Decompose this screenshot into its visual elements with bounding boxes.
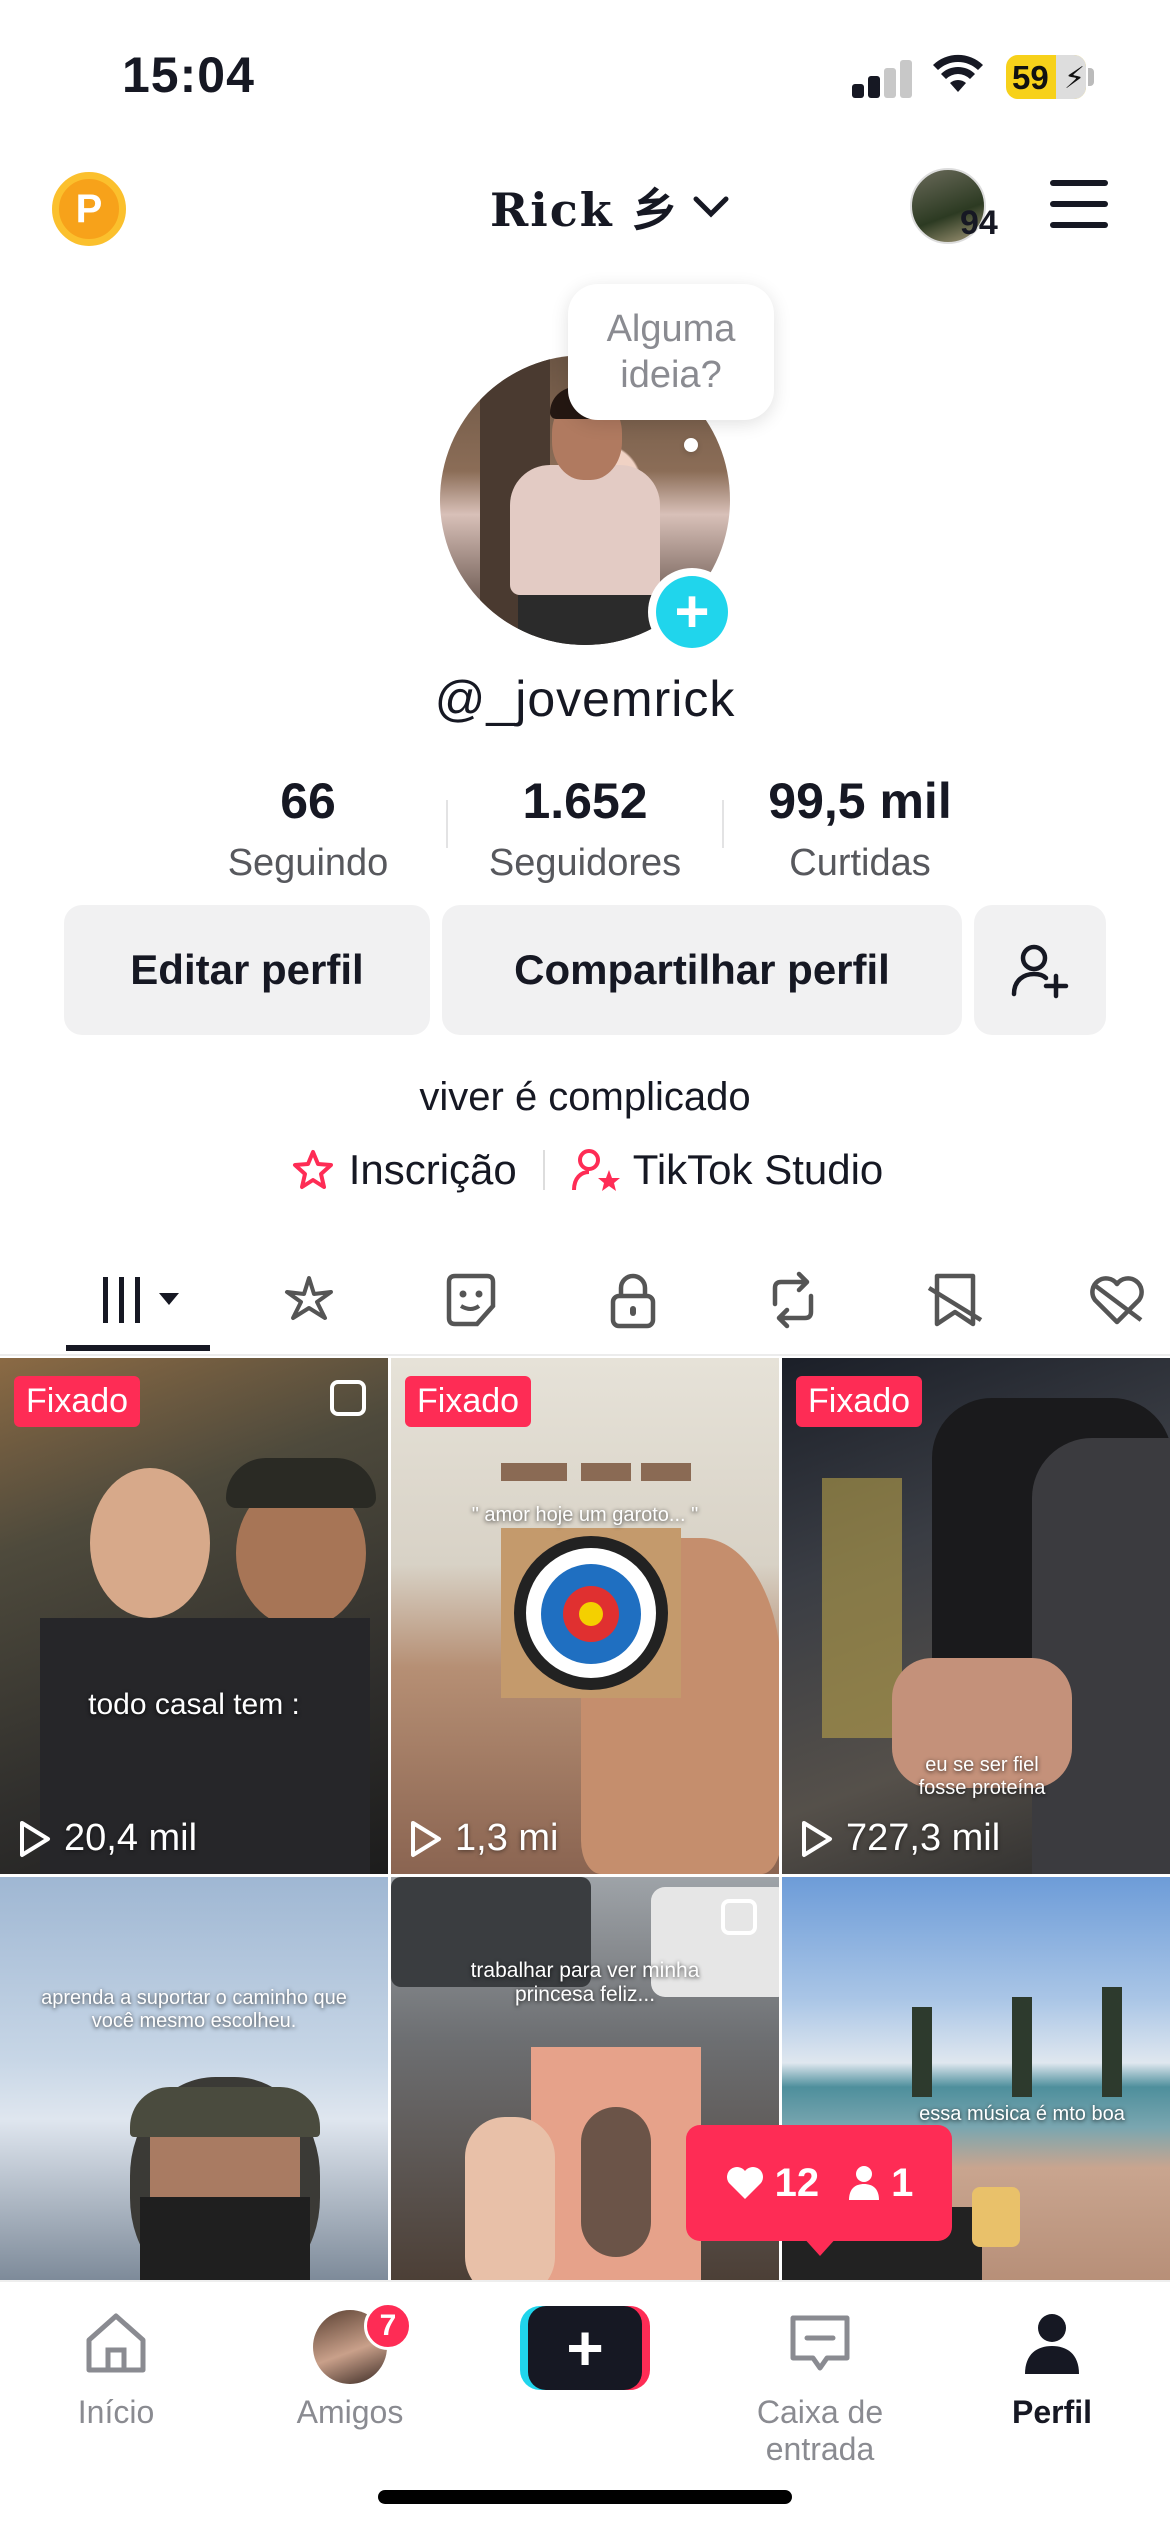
profile-icon (1025, 2314, 1079, 2374)
active-tab-indicator (66, 1345, 210, 1351)
video-thumbnail[interactable]: aprenda a suportar o caminho que você me… (0, 1877, 388, 2281)
popup-pointer (802, 2236, 838, 2256)
status-bar: 15:04 59 ⚡ (0, 0, 1170, 150)
repost-icon (772, 1271, 814, 1329)
grid-icon (103, 1277, 179, 1323)
home-indicator (378, 2490, 792, 2504)
account-username: Rick 乡 (490, 183, 680, 237)
inbox-icon (790, 2315, 850, 2371)
clock: 15:04 (122, 47, 255, 103)
view-count: 727,3 mil (800, 1817, 1000, 1860)
create-button[interactable]: + (485, 2306, 685, 2390)
studio-icon (571, 1149, 620, 1191)
activity-popup[interactable]: 12 1 (686, 2125, 952, 2241)
divider (722, 800, 724, 848)
stat-label: Seguindo (227, 842, 389, 884)
nav-profile[interactable]: Perfil (952, 2310, 1152, 2431)
video-caption: eu se ser fiel fosse proteína (918, 1754, 1046, 1799)
stat-value: 66 (280, 773, 336, 829)
cellular-signal-icon (852, 58, 914, 98)
profile-links: Inscrição TikTok Studio (0, 1146, 1170, 1194)
nav-home[interactable]: Início (16, 2310, 216, 2431)
nav-label: Caixa de entrada (756, 2394, 884, 2467)
stat-label: Curtidas (789, 842, 931, 884)
lock-icon (610, 1273, 656, 1329)
view-count: 20,4 mil (18, 1817, 197, 1860)
video-thumbnail[interactable]: Fixado " amor hoje um garoto... " 1,3 mi (391, 1358, 779, 1874)
pinned-badge: Fixado (14, 1376, 141, 1427)
plus-icon: + (528, 2306, 642, 2390)
stats-row: 66 Seguindo 1.652 Seguidores 99,5 mil Cu… (0, 772, 1170, 885)
person-icon (849, 2166, 880, 2200)
carousel-icon (330, 1380, 366, 1416)
add-story-button[interactable]: + (648, 568, 736, 656)
share-profile-button[interactable]: Compartilhar perfil (442, 905, 962, 1035)
stat-label: Seguidores (488, 842, 682, 884)
menu-icon[interactable] (1050, 180, 1108, 228)
tiktok-studio-link[interactable]: TikTok Studio (633, 1146, 884, 1194)
tab-videos[interactable] (92, 1262, 202, 1338)
carousel-icon (721, 1899, 757, 1935)
hidden-bookmark-icon (927, 1273, 983, 1327)
tab-private[interactable] (588, 1262, 678, 1338)
content-tabs (0, 1240, 1170, 1356)
video-caption: aprenda a suportar o caminho que você me… (41, 1987, 347, 2032)
sticker-icon (446, 1273, 496, 1327)
subscription-icon (292, 1150, 333, 1189)
subscription-link[interactable]: Inscrição (349, 1146, 517, 1194)
battery-icon: 59 ⚡ (1006, 55, 1086, 99)
likes-count: 12 (774, 2160, 820, 2205)
tooltip-text: Alguma ideia? (606, 308, 736, 396)
tab-liked[interactable] (1072, 1262, 1162, 1338)
tooltip-dot (684, 438, 698, 452)
pinned-badge: Fixado (405, 1376, 532, 1427)
stat-value: 99,5 mil (768, 773, 952, 829)
heart-icon (726, 2167, 763, 2199)
profile-handle: @_jovemrick (434, 671, 736, 727)
friends-badge: 7 (364, 2302, 412, 2350)
battery-level: 59 (1012, 59, 1049, 96)
tab-reposts[interactable] (748, 1262, 838, 1338)
nav-friends[interactable]: 7 Amigos (250, 2302, 450, 2431)
pinned-badge: Fixado (796, 1376, 923, 1427)
friends-count: 94 (960, 204, 998, 242)
video-thumbnail[interactable]: Fixado eu se ser fiel fosse proteína 727… (782, 1358, 1170, 1874)
plus-icon: + (656, 576, 728, 648)
tab-stickers[interactable] (426, 1262, 516, 1338)
home-icon (86, 2313, 146, 2373)
divider (446, 800, 448, 848)
tab-hidden[interactable] (910, 1262, 1000, 1338)
heart-hidden-icon (1090, 1276, 1144, 1325)
chevron-down-icon (693, 196, 729, 218)
video-caption: todo casal tem : (88, 1688, 300, 1721)
wifi-icon (933, 54, 983, 92)
add-user-icon (1011, 944, 1069, 999)
video-thumbnail[interactable]: Fixado todo casal tem : 20,4 mil (0, 1358, 388, 1874)
account-switcher[interactable]: Rick 乡 (490, 174, 730, 240)
stat-value: 1.652 (522, 773, 648, 829)
video-caption: " amor hoje um garoto... " (471, 1504, 699, 1526)
nav-label: Início (77, 2394, 155, 2430)
new-followers-count: 1 (891, 2160, 914, 2205)
stat-likes[interactable]: 99,5 mil Curtidas (730, 772, 990, 885)
spark-icon (285, 1276, 333, 1320)
stat-following[interactable]: 66 Seguindo (178, 772, 438, 885)
play-icon (411, 1820, 441, 1857)
play-icon (802, 1820, 832, 1857)
add-friends-button[interactable] (974, 905, 1106, 1035)
coins-icon[interactable]: P (52, 172, 126, 246)
stat-followers[interactable]: 1.652 Seguidores (455, 772, 715, 885)
nav-inbox[interactable]: Caixa de entrada (700, 2310, 940, 2468)
nav-label: Perfil (1011, 2394, 1093, 2430)
edit-profile-button[interactable]: Editar perfil (64, 905, 430, 1035)
tab-favorites[interactable] (264, 1262, 354, 1338)
play-icon (20, 1820, 50, 1857)
view-count: 1,3 mi (409, 1817, 558, 1860)
video-caption: trabalhar para ver minha princesa feliz.… (470, 1959, 700, 2006)
tooltip-bubble[interactable]: Alguma ideia? (568, 284, 774, 420)
video-caption: essa música é mto boa (919, 2103, 1125, 2125)
nav-label: Amigos (296, 2394, 404, 2430)
profile-bio: viver é complicado (419, 1075, 751, 1119)
